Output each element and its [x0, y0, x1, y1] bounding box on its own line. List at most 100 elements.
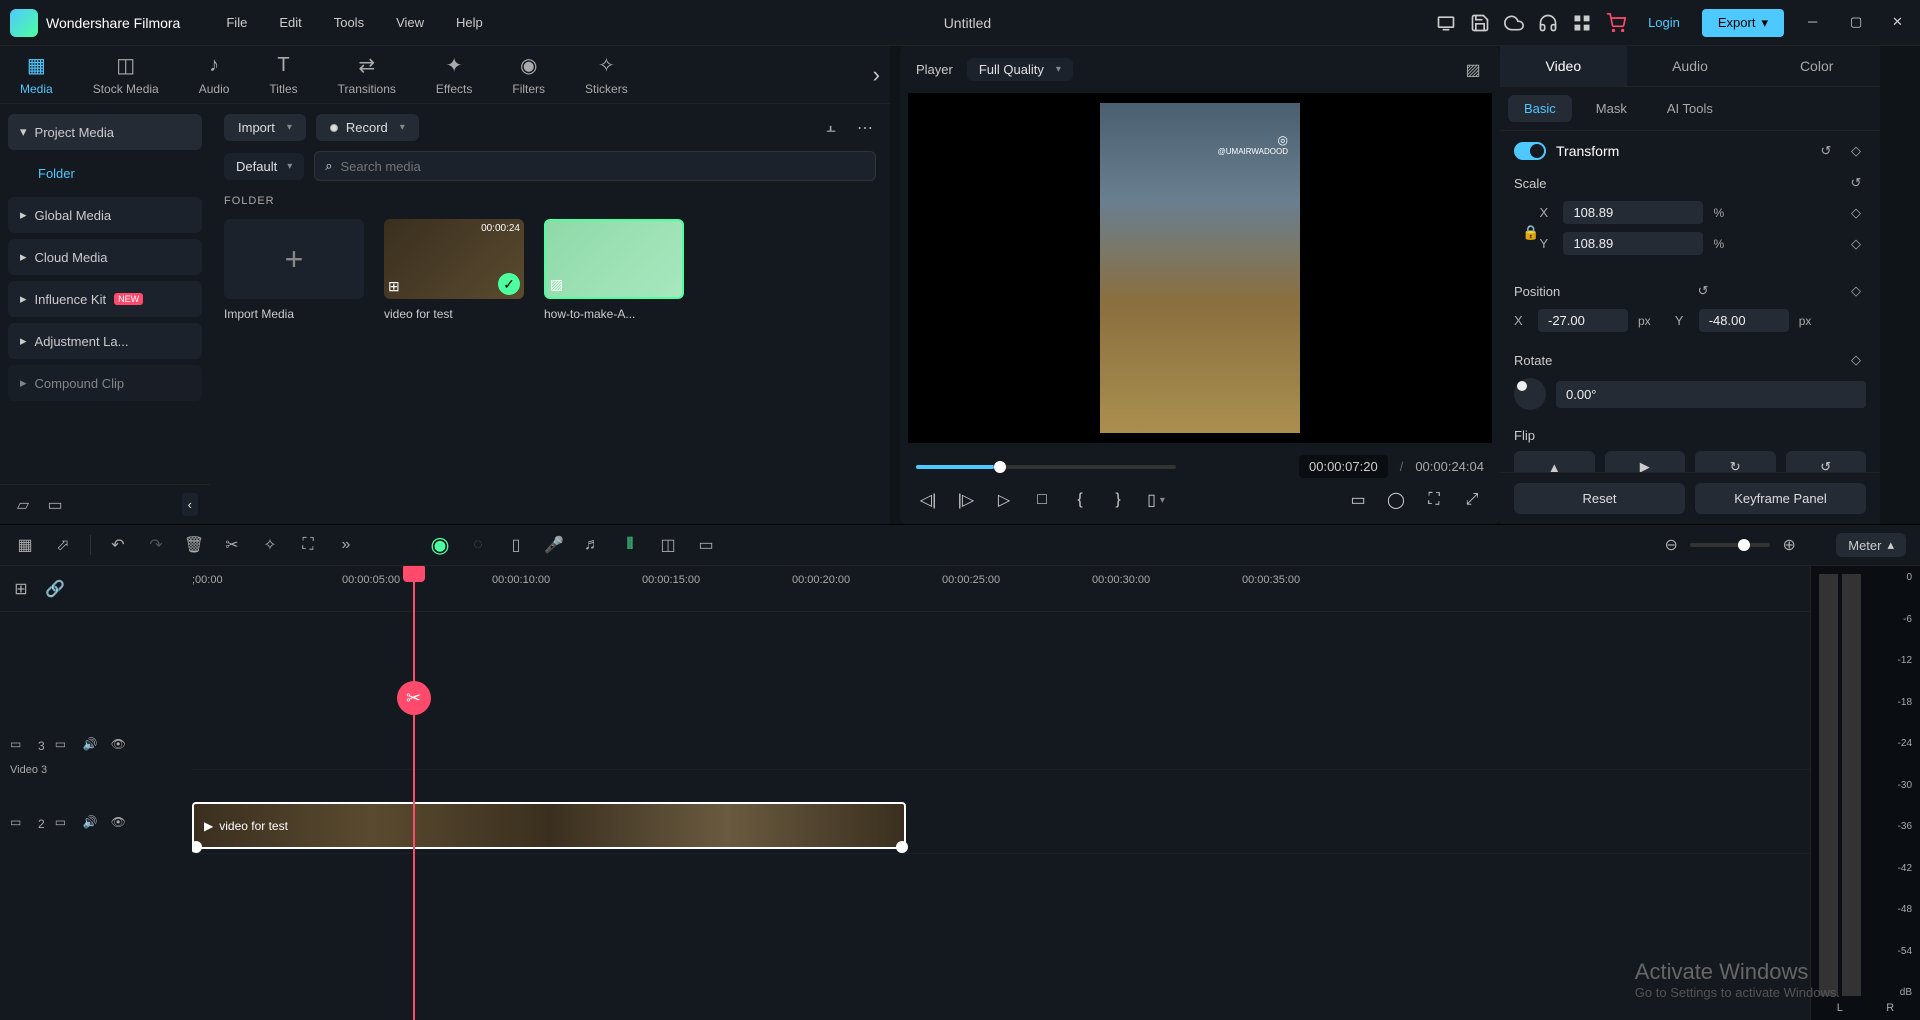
folder-icon[interactable]: ▭	[55, 815, 73, 833]
tab-stock-media[interactable]: ◫Stock Media	[93, 54, 159, 96]
save-icon[interactable]	[1470, 13, 1490, 33]
grid-icon[interactable]: ▦	[14, 534, 36, 556]
sidebar-compound-clip[interactable]: ▸Compound Clip	[8, 365, 202, 401]
export-button[interactable]: Export▾	[1702, 9, 1784, 37]
playhead[interactable]: ✂	[413, 566, 415, 1020]
device-icon[interactable]	[1436, 13, 1456, 33]
props-tab-video[interactable]: Video	[1500, 46, 1627, 86]
play-button[interactable]: ▷	[992, 488, 1016, 512]
tab-transitions[interactable]: ⇄Transitions	[338, 54, 396, 96]
progress-thumb[interactable]	[994, 461, 1006, 473]
tab-titles[interactable]: TTitles	[269, 54, 297, 96]
magic-cut-icon[interactable]: ✧	[259, 534, 281, 556]
tab-audio[interactable]: ♪Audio	[199, 54, 230, 96]
pos-x-input[interactable]: -27.00	[1538, 309, 1628, 332]
rotate-dial[interactable]	[1514, 378, 1546, 410]
media-item-howto[interactable]: ▨ how-to-make-A...	[544, 219, 684, 321]
tab-stickers[interactable]: ✧Stickers	[585, 54, 628, 96]
sidebar-global-media[interactable]: ▸Global Media	[8, 197, 202, 233]
display-icon[interactable]: ▭	[1346, 488, 1370, 512]
scale-x-input[interactable]: 108.89	[1563, 201, 1703, 224]
playhead-head[interactable]	[403, 566, 425, 582]
crop-icon[interactable]: ⛶	[1422, 488, 1446, 512]
speed-icon[interactable]: ◌	[467, 534, 489, 556]
stop-button[interactable]: □	[1030, 488, 1054, 512]
folder-icon[interactable]: ▭	[44, 494, 66, 516]
add-track-icon[interactable]: ⊞	[10, 578, 32, 600]
maximize-button[interactable]: ▢	[1850, 14, 1868, 32]
folder-icon[interactable]: ▭	[55, 737, 73, 755]
marker-menu-button[interactable]: ▯	[1144, 488, 1168, 512]
sidebar-project-media[interactable]: ▾Project Media	[8, 114, 202, 150]
headphones-icon[interactable]	[1538, 13, 1558, 33]
media-thumb[interactable]: 00:00:24 ⊞ ✓	[384, 219, 524, 299]
mute-icon[interactable]: 🔊	[83, 737, 101, 755]
keyframe-icon[interactable]: ◇	[1846, 203, 1866, 223]
fit-icon[interactable]: ▭	[695, 534, 717, 556]
keyframe-icon[interactable]: ◇	[1846, 141, 1866, 161]
auto-ripple-icon[interactable]: ⫴	[619, 534, 641, 556]
subtab-ai-tools[interactable]: AI Tools	[1651, 95, 1729, 122]
clip-handle-left[interactable]	[192, 841, 202, 853]
props-tab-color[interactable]: Color	[1753, 46, 1880, 86]
flip-horizontal-button[interactable]: ▲	[1514, 451, 1595, 472]
delete-button[interactable]: 🗑	[183, 534, 205, 556]
preview-screen[interactable]: ◎ @UMAIRWADOOD	[908, 93, 1492, 443]
pointer-icon[interactable]: ⬀	[52, 534, 74, 556]
quality-select[interactable]: Full Quality	[967, 58, 1073, 81]
subtab-mask[interactable]: Mask	[1580, 95, 1643, 122]
fullscreen-icon[interactable]: ⤢	[1460, 488, 1484, 512]
record-button[interactable]: Record	[316, 114, 419, 141]
menu-edit[interactable]: Edit	[263, 15, 317, 30]
keyframe-icon[interactable]: ◇	[1846, 234, 1866, 254]
media-item-import[interactable]: + Import Media	[224, 219, 364, 321]
menu-help[interactable]: Help	[440, 15, 499, 30]
flip-vertical-button[interactable]: ▶	[1605, 451, 1686, 472]
sidebar-influence-kit[interactable]: ▸Influence KitNEW	[8, 281, 202, 317]
apps-icon[interactable]	[1572, 13, 1592, 33]
camera-icon[interactable]: ◯	[1384, 488, 1408, 512]
sidebar-cloud-media[interactable]: ▸Cloud Media	[8, 239, 202, 275]
tab-filters[interactable]: ◉Filters	[512, 54, 545, 96]
rotate-ccw-button[interactable]: ↺	[1786, 451, 1867, 472]
sidebar-adjustment-layer[interactable]: ▸Adjustment La...	[8, 323, 202, 359]
undo-button[interactable]: ↶	[107, 534, 129, 556]
reset-icon[interactable]: ↺	[1846, 173, 1866, 193]
zoom-thumb[interactable]	[1738, 539, 1750, 551]
tab-effects[interactable]: ✦Effects	[436, 54, 472, 96]
sidebar-collapse-button[interactable]: ‹	[182, 493, 198, 516]
clip-handle-right[interactable]	[896, 841, 908, 853]
pos-y-input[interactable]: -48.00	[1699, 309, 1789, 332]
current-time[interactable]: 00:00:07:20	[1299, 455, 1388, 478]
track-row-video2[interactable]: ▶ video for test	[192, 798, 1810, 854]
menu-view[interactable]: View	[380, 15, 440, 30]
next-frame-button[interactable]: |▷	[954, 488, 978, 512]
cloud-icon[interactable]	[1504, 13, 1524, 33]
zoom-out-button[interactable]: ⊖	[1660, 534, 1682, 556]
redo-button[interactable]: ↷	[145, 534, 167, 556]
scale-y-input[interactable]: 108.89	[1563, 232, 1703, 255]
mute-icon[interactable]: 🔊	[83, 815, 101, 833]
meter-toggle-button[interactable]: Meter▴	[1836, 533, 1906, 557]
import-plus-icon[interactable]: +	[224, 219, 364, 299]
reset-icon[interactable]: ↺	[1816, 141, 1836, 161]
sort-default-select[interactable]: Default	[224, 153, 304, 180]
minimize-button[interactable]: ─	[1808, 14, 1826, 32]
mic-icon[interactable]: 🎤	[543, 534, 565, 556]
timeline-clip[interactable]: ▶ video for test	[192, 802, 906, 849]
audio-sync-icon[interactable]: ♬	[581, 534, 603, 556]
tab-media[interactable]: ▦Media	[20, 54, 53, 96]
new-folder-icon[interactable]: ▱	[12, 494, 34, 516]
cart-icon[interactable]	[1606, 13, 1626, 33]
keyframe-icon[interactable]: ◇	[1846, 281, 1866, 301]
sidebar-folder[interactable]: Folder	[8, 156, 202, 191]
media-item-video[interactable]: 00:00:24 ⊞ ✓ video for test	[384, 219, 524, 321]
mark-out-button[interactable]: }	[1106, 488, 1130, 512]
close-button[interactable]: ✕	[1892, 14, 1910, 32]
reset-icon[interactable]: ↺	[1693, 281, 1713, 301]
snapshot-settings-icon[interactable]: ▨	[1462, 59, 1484, 81]
zoom-in-button[interactable]: ⊕	[1778, 534, 1800, 556]
login-button[interactable]: Login	[1640, 15, 1688, 30]
more-icon[interactable]: ⋯	[854, 117, 876, 139]
reset-button[interactable]: Reset	[1514, 483, 1685, 514]
